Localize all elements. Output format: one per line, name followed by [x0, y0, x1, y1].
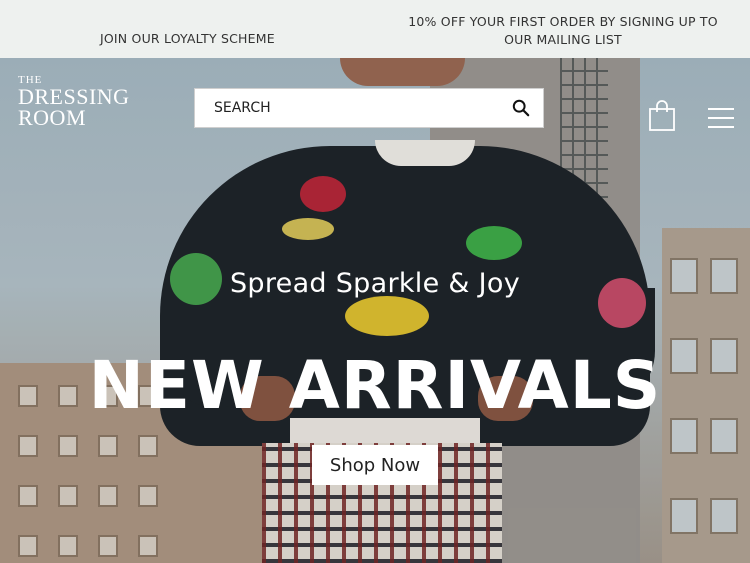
search-icon[interactable]	[512, 99, 530, 117]
search-box	[194, 88, 544, 128]
hero-headline: NEW ARRIVALS	[88, 347, 662, 424]
shop-now-button[interactable]: Shop Now	[312, 445, 438, 485]
hero-banner	[0, 58, 750, 563]
loyalty-scheme-link[interactable]: JOIN OUR LOYALTY SCHEME	[100, 31, 275, 46]
mailing-list-offer-link[interactable]: 10% OFF YOUR FIRST ORDER BY SIGNING UP T…	[398, 13, 728, 49]
promo-bar: JOIN OUR LOYALTY SCHEME 10% OFF YOUR FIR…	[0, 0, 750, 58]
image-shade	[0, 58, 750, 563]
logo-line-room: ROOM	[18, 105, 87, 130]
hamburger-menu-icon[interactable]	[708, 107, 734, 129]
hero-tagline: Spread Sparkle & Joy	[229, 268, 520, 299]
brand-logo[interactable]: THE DRESSING ROOM	[18, 74, 130, 130]
shopping-bag-icon[interactable]	[648, 100, 676, 132]
logo-line-dressing: DRESSING	[18, 84, 130, 109]
search-input[interactable]	[195, 89, 495, 127]
